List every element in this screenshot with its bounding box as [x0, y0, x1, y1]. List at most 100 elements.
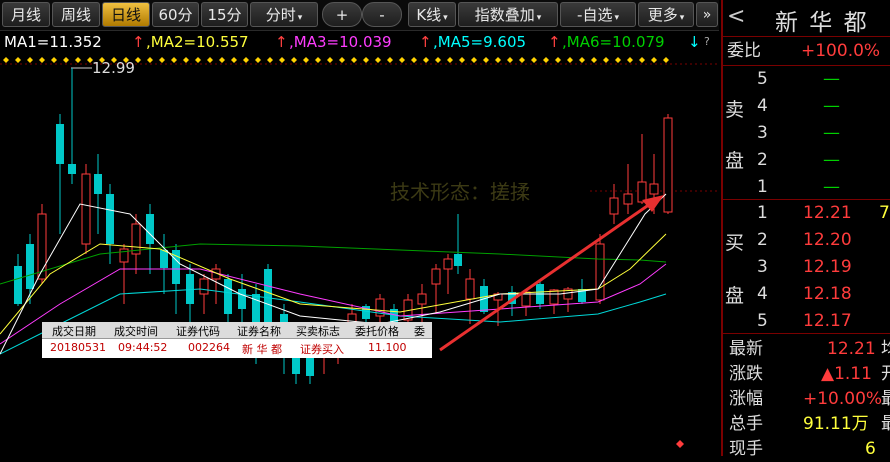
event-diamond[interactable] — [63, 57, 69, 63]
candle-body[interactable] — [649, 183, 659, 195]
help-icon[interactable]: ? — [704, 30, 710, 54]
event-diamond[interactable] — [435, 57, 441, 63]
15min-button[interactable]: 15分 — [201, 2, 248, 27]
event-diamond[interactable] — [135, 57, 141, 63]
event-diamond[interactable] — [363, 57, 369, 63]
event-diamond[interactable] — [579, 57, 585, 63]
event-diamond[interactable] — [27, 57, 33, 63]
event-diamond[interactable] — [519, 57, 525, 63]
candle-body[interactable] — [549, 289, 559, 305]
weekly-button[interactable]: 周线 — [52, 2, 100, 27]
event-diamond[interactable] — [291, 57, 297, 63]
candle-body[interactable] — [106, 194, 114, 244]
buy-level-row[interactable]: 3 12.19 — [723, 254, 890, 280]
buy-level-row[interactable]: 4 12.18 — [723, 281, 890, 307]
event-diamond[interactable] — [315, 57, 321, 63]
candle-body[interactable] — [146, 214, 154, 244]
event-diamond[interactable] — [507, 57, 513, 63]
candle-body[interactable] — [443, 258, 453, 270]
event-diamond[interactable] — [495, 57, 501, 63]
watchlist-button[interactable]: -自选 ▾ — [560, 2, 636, 27]
zoom-out-button[interactable]: - — [362, 2, 402, 27]
candle-body[interactable] — [199, 278, 209, 295]
event-diamond[interactable] — [39, 57, 45, 63]
60min-button[interactable]: 60分 — [152, 2, 199, 27]
event-diamond[interactable] — [663, 57, 669, 63]
candle-body[interactable] — [454, 254, 462, 266]
monthly-button[interactable]: 月线 — [2, 2, 50, 27]
event-diamond[interactable] — [543, 57, 549, 63]
candle-body[interactable] — [637, 181, 647, 203]
sell-level-row[interactable]: 1— — [723, 174, 890, 200]
event-diamond[interactable] — [459, 57, 465, 63]
daily-button[interactable]: 日线 — [102, 2, 150, 27]
candle-body[interactable] — [131, 223, 141, 255]
candle-body[interactable] — [431, 268, 441, 285]
event-diamond[interactable] — [255, 57, 261, 63]
event-diamond[interactable] — [339, 57, 345, 63]
intraday-button[interactable]: 分时 ▾ — [250, 2, 318, 27]
candle-body[interactable] — [37, 213, 47, 280]
sell-level-row[interactable]: 3— — [723, 120, 890, 146]
candle-body[interactable] — [417, 293, 427, 305]
candle-body[interactable] — [663, 117, 673, 213]
event-diamond[interactable] — [327, 57, 333, 63]
zoom-in-button[interactable]: + — [322, 2, 362, 27]
event-diamond[interactable] — [279, 57, 285, 63]
event-diamond[interactable] — [639, 57, 645, 63]
event-diamond[interactable] — [627, 57, 633, 63]
event-diamond[interactable] — [447, 57, 453, 63]
candle-body[interactable] — [68, 164, 76, 174]
candle-body[interactable] — [94, 174, 102, 194]
expand-icon[interactable]: » — [696, 2, 718, 27]
event-diamond[interactable] — [51, 57, 57, 63]
event-diamond[interactable] — [567, 57, 573, 63]
event-diamond[interactable] — [615, 57, 621, 63]
event-diamond[interactable] — [207, 57, 213, 63]
buy-level-row[interactable]: 2 12.20 — [723, 227, 890, 253]
event-diamond[interactable] — [231, 57, 237, 63]
event-diamond[interactable] — [195, 57, 201, 63]
event-diamond[interactable] — [651, 57, 657, 63]
event-diamond[interactable] — [3, 57, 9, 63]
candle-body[interactable] — [26, 244, 34, 289]
candle-body[interactable] — [264, 269, 272, 324]
event-diamond[interactable] — [471, 57, 477, 63]
event-diamond[interactable] — [183, 57, 189, 63]
sell-level-row[interactable]: 5— — [723, 66, 890, 92]
candle-body[interactable] — [609, 197, 619, 215]
back-arrow-icon[interactable]: < — [727, 4, 745, 29]
candle-body[interactable] — [595, 243, 605, 301]
event-diamond[interactable] — [423, 57, 429, 63]
event-diamond[interactable] — [303, 57, 309, 63]
candle-body[interactable] — [465, 278, 475, 300]
candle-body[interactable] — [56, 124, 64, 164]
buy-level-row[interactable]: 5 12.17 — [723, 308, 890, 334]
event-diamond[interactable] — [555, 57, 561, 63]
candle-body[interactable] — [160, 250, 168, 268]
candle-body[interactable] — [14, 266, 22, 304]
sell-level-row[interactable]: 4— — [723, 93, 890, 119]
index-overlay-button[interactable]: 指数叠加 ▾ — [458, 2, 558, 27]
kline-button[interactable]: K线 ▾ — [408, 2, 456, 27]
event-diamond[interactable] — [351, 57, 357, 63]
sell-level-row[interactable]: 2— — [723, 147, 890, 173]
event-diamond[interactable] — [15, 57, 21, 63]
event-diamond[interactable] — [483, 57, 489, 63]
event-diamond[interactable] — [399, 57, 405, 63]
event-diamond[interactable] — [243, 57, 249, 63]
event-diamond[interactable] — [591, 57, 597, 63]
candle-body[interactable] — [224, 279, 232, 314]
buy-level-row[interactable]: 1 12.21 7 — [723, 200, 890, 226]
event-diamond[interactable] — [267, 57, 273, 63]
event-diamond[interactable] — [75, 57, 81, 63]
candle-body[interactable] — [81, 173, 91, 245]
trade-record-row[interactable]: 20180531 09:44:52 002264 新 华 都 证券买入 11.1… — [42, 339, 432, 357]
event-diamond[interactable] — [411, 57, 417, 63]
event-diamond[interactable] — [171, 57, 177, 63]
event-diamond[interactable] — [219, 57, 225, 63]
candle-body[interactable] — [238, 289, 246, 309]
candle-body[interactable] — [623, 193, 633, 205]
event-diamond[interactable] — [375, 57, 381, 63]
event-diamond[interactable] — [387, 57, 393, 63]
